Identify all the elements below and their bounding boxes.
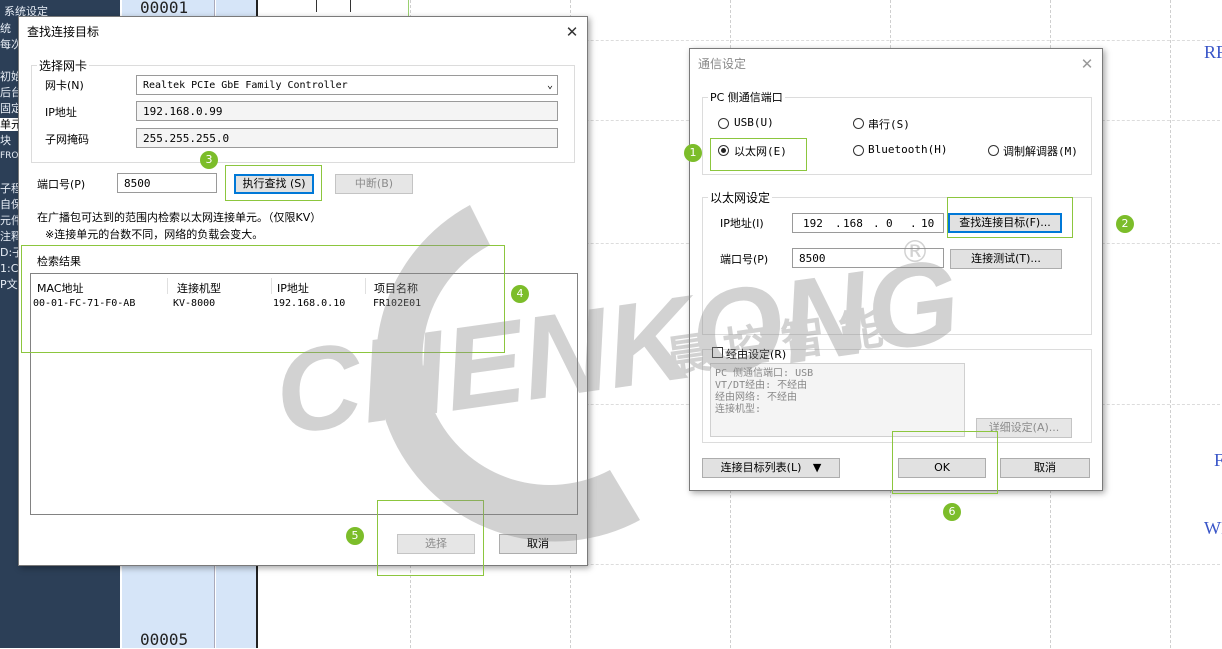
- select-button[interactable]: 选择: [397, 534, 475, 554]
- tree-item-selected[interactable]: 单元: [0, 118, 20, 131]
- tree-item[interactable]: 1:C: [0, 262, 20, 275]
- tree-item[interactable]: 每次: [0, 38, 20, 51]
- radio-usb[interactable]: [718, 118, 729, 129]
- ip-label: IP地址: [45, 106, 77, 119]
- step-badge: 3: [200, 151, 218, 169]
- ip-octet[interactable]: 168: [843, 214, 863, 234]
- nic-select-value: Realtek PCIe GbE Family Controller: [143, 80, 348, 91]
- dropdown-arrow-icon: ▼: [812, 461, 822, 474]
- tree-item[interactable]: 块: [0, 134, 20, 147]
- ip-octet[interactable]: 0: [886, 214, 893, 234]
- comm-settings-dialog: 通信设定 ✕ PC 侧通信端口 USB(U) 串行(S) 1 以太网(E) Bl…: [684, 48, 1134, 494]
- tree-item[interactable]: 固定: [0, 102, 20, 115]
- search-button[interactable]: 执行查找 (S): [234, 174, 314, 194]
- route-checkbox[interactable]: [712, 347, 723, 358]
- route-checkbox-label: 经由设定(R): [726, 348, 787, 361]
- ip-octet[interactable]: 192: [803, 214, 823, 234]
- coil-label: F: [1214, 450, 1222, 470]
- nic-label: 网卡(N): [45, 79, 84, 92]
- info-note: ※连接单元的台数不同，网络的负载会变大。: [45, 228, 264, 241]
- mask-label: 子网掩码: [45, 133, 89, 146]
- ip-octet[interactable]: 10: [921, 214, 934, 234]
- ip-field: 192.168.0.99: [136, 101, 558, 121]
- mask-field: 255.255.255.0: [136, 128, 558, 148]
- port-label: 端口号(P): [720, 253, 769, 266]
- route-info-line: PC 侧通信端口: USB: [715, 368, 814, 379]
- step-badge: 4: [511, 285, 529, 303]
- tree-item[interactable]: P文: [0, 278, 20, 291]
- dialog-title: 通信设定: [698, 57, 747, 71]
- port-input[interactable]: 8500: [117, 173, 217, 193]
- tree-item[interactable]: 元件: [0, 214, 20, 227]
- tree-item[interactable]: D:子: [0, 246, 20, 259]
- radio-label: USB(U): [734, 116, 774, 129]
- ethernet-group-label: 以太网设定: [708, 189, 773, 206]
- route-info-line: VT/DT经由: 不经由: [715, 380, 808, 391]
- route-info-line: 连接机型:: [715, 404, 762, 415]
- coil-label: RF: [1204, 42, 1222, 62]
- rung-number: 00005: [140, 630, 189, 649]
- find-target-button[interactable]: 查找连接目标(F)...: [948, 213, 1062, 233]
- coil-label: WR: [1204, 518, 1222, 538]
- tree-item[interactable]: 后台: [0, 86, 20, 99]
- highlight-box: [21, 245, 505, 353]
- radio-label: 串行(S): [868, 118, 910, 131]
- radio-label: 以太网(E): [734, 145, 787, 158]
- nic-group-label: 选择网卡: [37, 57, 90, 74]
- tree-item[interactable]: FROM: [0, 150, 20, 163]
- close-icon[interactable]: ✕: [563, 23, 581, 41]
- port-label: 端口号(P): [37, 178, 86, 191]
- step-badge: 1: [684, 144, 702, 162]
- cancel-button[interactable]: 取消: [1000, 458, 1090, 478]
- find-target-dialog: 查找连接目标 ✕ 选择网卡 网卡(N) Realtek PCIe GbE Fam…: [18, 16, 588, 576]
- tree-item[interactable]: 自保: [0, 198, 20, 211]
- ip-label: IP地址(I): [720, 217, 764, 230]
- route-info-line: 经由网络: 不经由: [715, 392, 798, 403]
- cancel-button[interactable]: 取消: [499, 534, 577, 554]
- tree-item[interactable]: 初始: [0, 70, 20, 83]
- step-badge: 5: [346, 527, 364, 545]
- tree-item[interactable]: 统: [0, 22, 20, 35]
- rung-number: 00001: [140, 0, 189, 17]
- stop-button[interactable]: 中断(B): [335, 174, 413, 194]
- tree-item[interactable]: 注释: [0, 230, 20, 243]
- info-text: 在广播包可达到的范围内检索以太网连接单元。（仅限KV）: [37, 211, 322, 224]
- nic-select[interactable]: Realtek PCIe GbE Family Controller ⌄: [136, 75, 558, 95]
- step-badge: 6: [943, 503, 961, 521]
- radio-ethernet[interactable]: [718, 145, 729, 156]
- close-icon[interactable]: ✕: [1078, 55, 1096, 73]
- radio-serial[interactable]: [853, 118, 864, 129]
- target-list-button[interactable]: 连接目标列表(L) ▼: [702, 458, 840, 478]
- radio-bluetooth[interactable]: [853, 145, 864, 156]
- port-input[interactable]: 8500: [792, 248, 944, 268]
- radio-modem[interactable]: [988, 145, 999, 156]
- chevron-down-icon: ⌄: [546, 80, 553, 91]
- step-badge: 2: [1116, 215, 1134, 233]
- ip-address-input[interactable]: 192 . 168 . 0 . 10: [792, 213, 944, 233]
- radio-label: 调制解调器(M): [1003, 145, 1078, 158]
- tree-item[interactable]: 子程: [0, 182, 20, 195]
- radio-label: Bluetooth(H): [868, 143, 948, 156]
- ok-button[interactable]: OK: [898, 458, 986, 478]
- target-list-label: 连接目标列表(L): [720, 461, 802, 474]
- pc-port-group-label: PC 侧通信端口: [708, 89, 785, 105]
- connection-test-button[interactable]: 连接测试(T)...: [950, 249, 1062, 269]
- dialog-title: 查找连接目标: [27, 25, 100, 39]
- route-info-box: PC 侧通信端口: USB VT/DT经由: 不经由 经由网络: 不经由 连接机…: [710, 363, 965, 437]
